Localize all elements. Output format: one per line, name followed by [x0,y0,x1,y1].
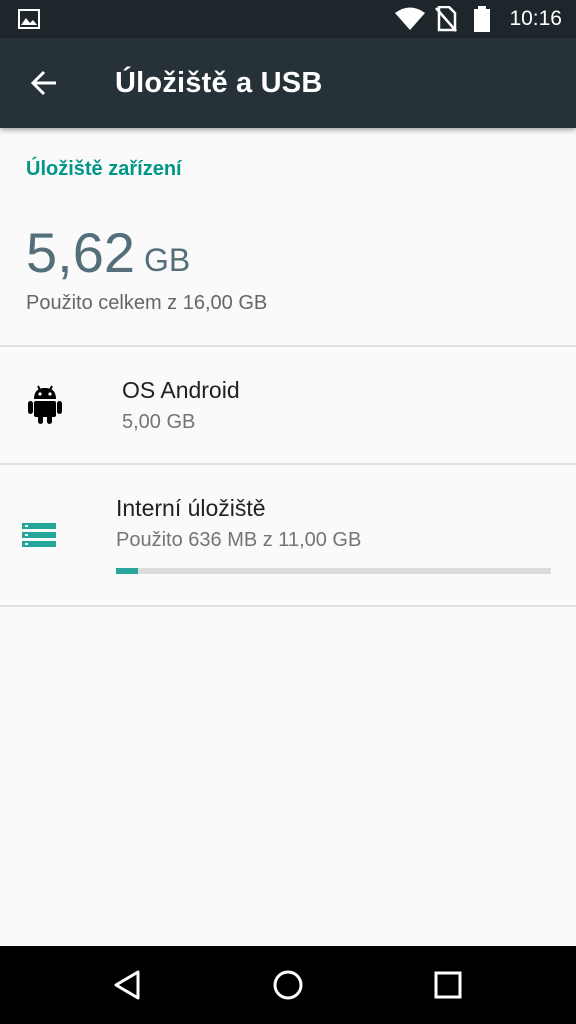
storage-icon [22,523,56,547]
gallery-icon [18,9,40,29]
used-caption: Použito celkem z 16,00 GB [26,292,268,314]
back-button[interactable] [18,59,70,107]
storage-progress-fill [116,568,138,574]
list-item-subtitle: Použito 636 MB z 11,00 GB [116,529,362,551]
list-item-os-android[interactable]: OS Android 5,00 GB [0,347,576,463]
list-item-title: Interní úložiště [116,495,266,521]
no-sim-icon [435,6,457,32]
list-item-title: OS Android [122,377,240,403]
status-bar: 10:16 [0,0,576,38]
navigation-bar [0,946,576,1024]
storage-progress-bar [116,568,551,574]
back-triangle-icon [114,970,140,1000]
list-item-internal-storage[interactable]: Interní úložiště Použito 636 MB z 11,00 … [0,465,576,606]
nav-recents-button[interactable] [418,960,478,1010]
arrow-back-icon [30,70,56,96]
status-clock: 10:16 [509,7,562,30]
nav-back-button[interactable] [98,960,158,1010]
home-circle-icon [273,970,303,1000]
storage-summary: 5,62 GB Použito celkem z 16,00 GB [0,200,576,346]
page-title: Úložiště a USB [115,67,323,99]
app-bar: Úložiště a USB [0,38,576,128]
section-header-device-storage: Úložiště zařízení [26,158,182,180]
nav-home-button[interactable] [258,960,318,1010]
divider [0,605,576,607]
list-item-subtitle: 5,00 GB [122,411,196,433]
used-value: 5,62 [26,221,135,284]
android-icon [28,385,62,424]
used-unit: GB [144,242,191,278]
battery-icon [474,6,490,32]
wifi-icon [395,7,425,30]
recents-square-icon [434,971,462,999]
